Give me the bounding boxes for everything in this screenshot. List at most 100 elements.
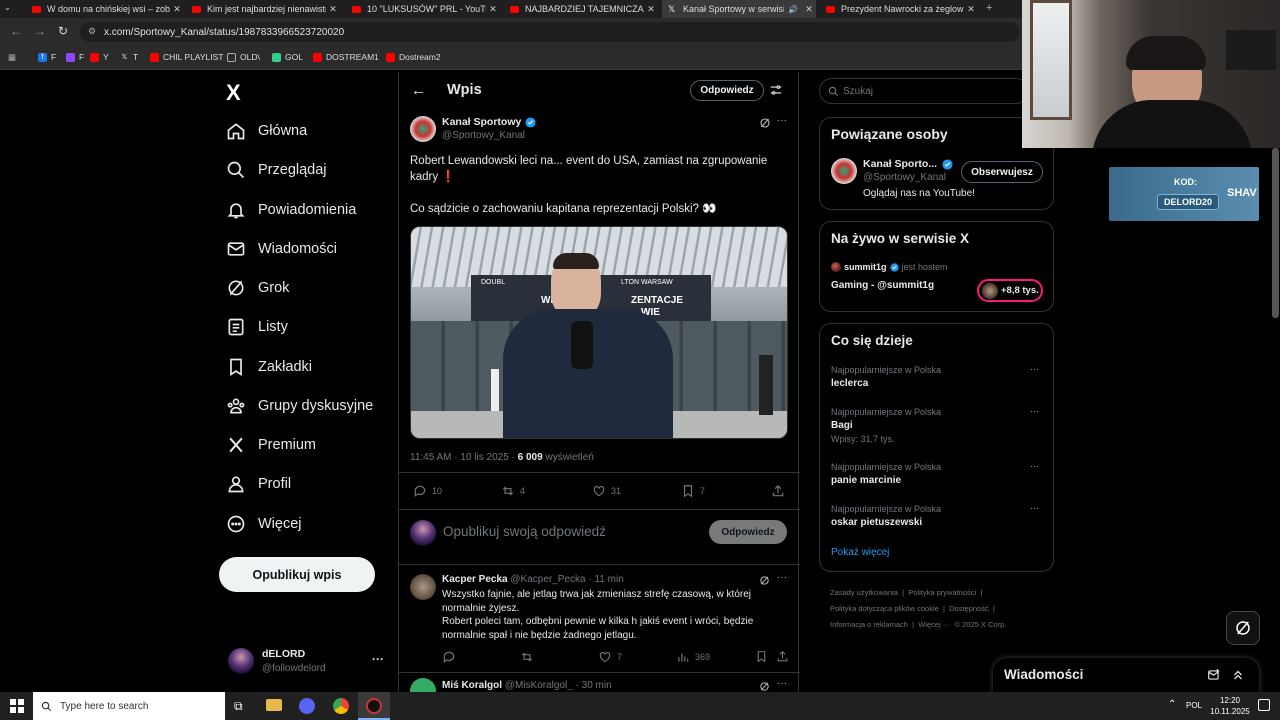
bookmark[interactable]: GOL bbox=[272, 52, 303, 62]
grok-icon[interactable] bbox=[759, 681, 770, 692]
active-app-button[interactable] bbox=[358, 692, 390, 720]
more-icon[interactable]: ··· bbox=[777, 115, 787, 126]
tray-chevron-icon[interactable]: ⌃ bbox=[1168, 699, 1176, 710]
apps-icon[interactable]: ▦ bbox=[8, 52, 16, 63]
trend-item[interactable]: Najpopularniejsze w Polska Bagi Wpisy: 31,… bbox=[831, 407, 941, 444]
author-name[interactable]: Kanał Sportowy bbox=[442, 116, 536, 128]
share-icon[interactable] bbox=[771, 484, 785, 498]
browser-tab-active[interactable]: 𝕏 Kanał Sportowy w serwisie 🔊 ✕ bbox=[662, 0, 816, 18]
close-icon[interactable]: ✕ bbox=[326, 4, 340, 15]
share-icon[interactable] bbox=[776, 650, 789, 663]
live-host[interactable]: summit1g jest hostem bbox=[831, 262, 948, 272]
windows-start-icon[interactable] bbox=[10, 699, 24, 713]
x-logo[interactable]: X bbox=[226, 80, 241, 106]
filter-icon[interactable] bbox=[769, 83, 783, 97]
reply-submit-button[interactable]: Odpowiedz bbox=[709, 520, 787, 544]
browser-tab[interactable]: Prezydent Nawrocki za żeglow ✕ bbox=[820, 0, 978, 18]
reply-avatar[interactable] bbox=[410, 574, 436, 600]
taskbar-search-input[interactable]: Type here to search bbox=[33, 692, 225, 720]
bookmark-action[interactable]: 7 bbox=[681, 484, 705, 498]
new-message-icon[interactable] bbox=[1207, 668, 1221, 682]
repost-action[interactable]: 4 bbox=[501, 484, 525, 498]
nav-item-explore[interactable]: Przeglądaj bbox=[226, 160, 327, 180]
discord-icon[interactable] bbox=[299, 698, 315, 714]
close-icon[interactable]: ✕ bbox=[486, 4, 500, 15]
views-action[interactable]: 369 bbox=[676, 650, 710, 664]
reply-avatar[interactable] bbox=[410, 678, 436, 692]
trend-item[interactable]: Najpopularniejsze w Polska panie marcinie bbox=[831, 462, 941, 486]
bookmark[interactable]: F bbox=[66, 52, 84, 62]
reply-action[interactable] bbox=[442, 650, 461, 664]
like-action[interactable]: 7 bbox=[598, 650, 622, 664]
browser-tab[interactable]: NAJBARDZIEJ TAJEMNICZA MA✕ bbox=[504, 0, 658, 18]
browser-tab[interactable]: Kim jest najbardziej nienawistn ✕ bbox=[186, 0, 340, 18]
bookmark-icon[interactable] bbox=[755, 650, 768, 663]
bookmark[interactable]: DOSTREAM1 bbox=[313, 52, 379, 62]
close-icon[interactable]: ✕ bbox=[964, 4, 978, 15]
reload-icon[interactable]: ↻ bbox=[58, 24, 68, 38]
bookmark[interactable]: 𝕏T bbox=[120, 52, 139, 62]
bookmark[interactable]: Y bbox=[90, 52, 109, 62]
scrollbar-thumb[interactable] bbox=[1272, 148, 1279, 318]
trend-item[interactable]: Najpopularniejsze w Polska leclerca bbox=[831, 365, 941, 389]
nav-item-communities[interactable]: Grupy dyskusyjne bbox=[226, 396, 373, 416]
nav-item-lists[interactable]: Listy bbox=[226, 317, 288, 337]
more-icon[interactable]: ··· bbox=[1030, 364, 1039, 374]
notification-center-icon[interactable] bbox=[1258, 699, 1270, 711]
clock[interactable]: 12:20 10.11.2025 bbox=[1210, 695, 1250, 717]
speaker-icon[interactable]: 🔊 bbox=[788, 5, 798, 14]
trend-item[interactable]: Najpopularniejsze w Polska oskar pietusze… bbox=[831, 504, 941, 528]
nav-item-notifications[interactable]: Powiadomienia bbox=[226, 200, 356, 220]
related-avatar[interactable] bbox=[831, 158, 857, 184]
bookmark[interactable]: CHIL PLAYLIST bbox=[150, 52, 223, 62]
like-action[interactable]: 31 bbox=[592, 484, 621, 498]
nav-item-home[interactable]: Główna bbox=[226, 121, 307, 141]
more-icon[interactable]: ··· bbox=[777, 678, 787, 689]
grok-icon[interactable] bbox=[759, 575, 770, 586]
close-icon[interactable]: ✕ bbox=[170, 4, 184, 15]
browser-tab[interactable]: W domu na chińskiej wsi – zob ✕ bbox=[26, 0, 184, 18]
new-tab-button[interactable]: + bbox=[986, 2, 992, 14]
messages-drawer[interactable]: Wiadomości bbox=[993, 658, 1259, 694]
more-icon[interactable]: ··· bbox=[1030, 461, 1039, 471]
search-input[interactable]: Szukaj bbox=[819, 78, 1029, 104]
close-icon[interactable]: ✕ bbox=[644, 4, 658, 15]
show-more-link[interactable]: Pokaż więcej bbox=[831, 547, 889, 558]
nav-item-bookmarks[interactable]: Zakładki bbox=[226, 357, 312, 377]
forward-icon[interactable]: → bbox=[34, 24, 46, 38]
more-icon[interactable]: ··· bbox=[1030, 406, 1039, 416]
nav-item-grok[interactable]: Grok bbox=[226, 278, 289, 298]
post-button[interactable]: Opublikuj wpis bbox=[219, 557, 375, 592]
grok-icon[interactable] bbox=[759, 117, 771, 129]
more-icon[interactable]: ··· bbox=[1030, 503, 1039, 513]
expand-icon[interactable] bbox=[1231, 668, 1245, 682]
live-listeners-badge[interactable]: +8,8 tys. bbox=[977, 279, 1043, 302]
close-icon[interactable]: ✕ bbox=[802, 4, 816, 15]
reply-input[interactable]: Opublikuj swoją odpowiedź bbox=[443, 524, 606, 539]
back-arrow-icon[interactable]: ← bbox=[411, 82, 426, 99]
bookmark-folder[interactable]: OLD\ bbox=[227, 52, 260, 62]
nav-item-messages[interactable]: Wiadomości bbox=[226, 239, 337, 259]
related-name[interactable]: Kanał Sporto... bbox=[863, 158, 953, 170]
site-info-icon[interactable]: ⚙ bbox=[88, 26, 96, 37]
chrome-icon[interactable] bbox=[333, 698, 349, 714]
grok-float-button[interactable] bbox=[1226, 611, 1260, 645]
account-switcher[interactable]: dELORD @followdelord ··· bbox=[226, 646, 390, 678]
task-view-icon[interactable]: ⧉ bbox=[234, 699, 243, 714]
reply-header-button[interactable]: Odpowiedz bbox=[690, 80, 764, 101]
bookmark[interactable]: fF bbox=[38, 52, 56, 62]
author-avatar[interactable] bbox=[410, 116, 436, 142]
tab-list-icon[interactable]: ⌄ bbox=[4, 3, 20, 15]
more-icon[interactable]: ··· bbox=[372, 652, 384, 666]
browser-tab[interactable]: 10 "LUKSUSÓW" PRL - YouTube✕ bbox=[346, 0, 500, 18]
nav-item-premium[interactable]: Premium bbox=[226, 435, 316, 455]
repost-action[interactable] bbox=[520, 650, 539, 664]
bookmark[interactable]: Dostream2 bbox=[386, 52, 441, 62]
url-field[interactable]: ⚙ x.com/Sportowy_Kanal/status/1987833966… bbox=[80, 22, 1020, 42]
following-button[interactable]: Obserwujesz bbox=[961, 161, 1043, 183]
back-icon[interactable]: ← bbox=[10, 24, 22, 38]
live-stream-title[interactable]: Gaming - @summit1g bbox=[831, 280, 934, 291]
nav-item-profile[interactable]: Profil bbox=[226, 474, 291, 494]
tweet-media-image[interactable]: DOUBL LTON WARSAW WITA ZENTACJE WIE bbox=[410, 226, 788, 439]
nav-item-more[interactable]: Więcej bbox=[226, 514, 302, 534]
